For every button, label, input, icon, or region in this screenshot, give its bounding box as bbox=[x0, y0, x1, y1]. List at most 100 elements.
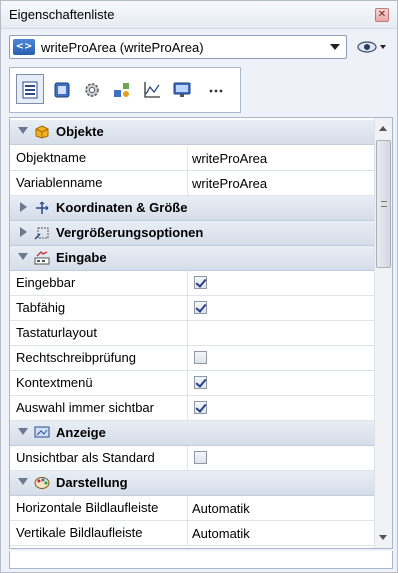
title-bar[interactable]: Eigenschaftenliste ✕ bbox=[1, 1, 397, 29]
category-anzeige[interactable]: Anzeige bbox=[10, 421, 375, 446]
property-grid: Objekte Objektname writeProArea Variable… bbox=[9, 117, 393, 549]
column-divider bbox=[187, 521, 188, 545]
expand-arrow-icon[interactable] bbox=[18, 478, 28, 485]
tab-chart[interactable] bbox=[138, 74, 166, 104]
scrollbar-thumb[interactable] bbox=[376, 140, 391, 268]
property-name: Tabfähig bbox=[16, 300, 66, 315]
category-title: Objekte bbox=[56, 124, 104, 139]
column-divider bbox=[187, 396, 188, 420]
category-title: Anzeige bbox=[56, 425, 106, 440]
property-name: Eingebbar bbox=[16, 275, 76, 290]
property-name: Rechtschreibprüfung bbox=[16, 350, 136, 365]
chart-icon bbox=[144, 82, 160, 98]
property-value[interactable]: Automatik bbox=[192, 501, 250, 516]
column-divider bbox=[187, 346, 188, 370]
property-row-eingebbar[interactable]: Eingebbar bbox=[10, 271, 375, 296]
property-name: Unsichtbar als Standard bbox=[16, 450, 155, 465]
expand-arrow-icon[interactable] bbox=[18, 127, 28, 134]
category-title: Darstellung bbox=[56, 475, 128, 490]
property-name: Horizontale Bildlaufleiste bbox=[16, 500, 159, 515]
property-row-auswahl-immer-sichtbar[interactable]: Auswahl immer sichtbar bbox=[10, 396, 375, 421]
property-row-horizontale-bildlaufleiste[interactable]: Horizontale Bildlaufleiste Automatik bbox=[10, 496, 375, 521]
column-divider bbox=[187, 271, 188, 295]
category-title: Eingabe bbox=[56, 250, 107, 265]
tab-form[interactable] bbox=[48, 74, 76, 104]
object-cube-icon bbox=[35, 125, 49, 139]
property-name: Variablenname bbox=[16, 175, 103, 190]
column-divider bbox=[187, 296, 188, 320]
property-row-vertikale-bildlaufleiste[interactable]: Vertikale Bildlaufleiste Automatik bbox=[10, 521, 375, 546]
expand-arrow-icon[interactable] bbox=[20, 227, 27, 237]
property-row-unsichtbar[interactable]: Unsichtbar als Standard bbox=[10, 446, 375, 471]
list-icon bbox=[22, 81, 38, 99]
status-bar bbox=[9, 551, 393, 569]
property-row-rechtschreibpruefung[interactable]: Rechtschreibprüfung bbox=[10, 346, 375, 371]
rechtschreibpruefung-checkbox[interactable] bbox=[194, 351, 207, 364]
column-divider bbox=[187, 321, 188, 345]
category-darstellung[interactable]: Darstellung bbox=[10, 471, 375, 496]
kontextmenue-checkbox[interactable] bbox=[194, 376, 207, 389]
tab-gear[interactable] bbox=[78, 74, 106, 104]
display-icon bbox=[34, 426, 50, 438]
property-name: Kontextmenü bbox=[16, 375, 93, 390]
property-row-tabfaehig[interactable]: Tabfähig bbox=[10, 296, 375, 321]
unsichtbar-checkbox[interactable] bbox=[194, 451, 207, 464]
tab-display[interactable] bbox=[168, 74, 196, 104]
category-title: Koordinaten & Größe bbox=[56, 200, 188, 215]
coordinates-icon bbox=[36, 201, 49, 214]
property-list-window: Eigenschaftenliste ✕ <> writeProArea (wr… bbox=[0, 0, 398, 573]
category-vergroesserung[interactable]: Vergrößerungsoptionen bbox=[10, 221, 375, 246]
input-icon bbox=[34, 251, 50, 265]
more-icon bbox=[209, 89, 223, 93]
vertical-scrollbar[interactable] bbox=[374, 118, 392, 548]
resize-icon bbox=[34, 227, 49, 240]
view-options-button[interactable] bbox=[355, 37, 391, 57]
tab-more[interactable] bbox=[202, 74, 230, 104]
scroll-down-arrow-icon[interactable] bbox=[379, 535, 387, 540]
category-koordinaten[interactable]: Koordinaten & Größe bbox=[10, 196, 375, 221]
object-selector-row: <> writeProArea (writeProArea) bbox=[9, 35, 393, 61]
form-icon bbox=[54, 82, 70, 98]
monitor-icon bbox=[173, 82, 191, 97]
column-divider bbox=[187, 496, 188, 520]
object-type-icon: <> bbox=[13, 39, 35, 55]
close-icon: ✕ bbox=[377, 9, 387, 20]
selected-object-name: writeProArea (writeProArea) bbox=[41, 40, 204, 55]
column-divider bbox=[187, 146, 188, 170]
grip-icon bbox=[381, 201, 387, 207]
column-divider bbox=[187, 171, 188, 195]
category-title: Vergrößerungsoptionen bbox=[56, 225, 204, 240]
property-value[interactable]: writeProArea bbox=[192, 151, 267, 166]
property-name: Tastaturlayout bbox=[16, 325, 97, 340]
property-value[interactable]: writeProArea bbox=[192, 176, 267, 191]
property-row-tastaturlayout[interactable]: Tastaturlayout bbox=[10, 321, 375, 346]
tabfaehig-checkbox[interactable] bbox=[194, 301, 207, 314]
object-selector-dropdown[interactable]: <> writeProArea (writeProArea) bbox=[9, 35, 347, 59]
tab-list[interactable] bbox=[16, 74, 44, 104]
window-title: Eigenschaftenliste bbox=[9, 7, 115, 22]
property-row-kontextmenue[interactable]: Kontextmenü bbox=[10, 371, 375, 396]
property-name: Auswahl immer sichtbar bbox=[16, 400, 154, 415]
scroll-up-arrow-icon[interactable] bbox=[379, 126, 387, 131]
property-row-variablenname[interactable]: Variablenname writeProArea bbox=[10, 171, 375, 196]
gear-icon bbox=[85, 83, 99, 97]
tab-strip bbox=[9, 67, 241, 113]
column-divider bbox=[187, 371, 188, 395]
expand-arrow-icon[interactable] bbox=[18, 428, 28, 435]
eingebbar-checkbox[interactable] bbox=[194, 276, 207, 289]
close-button[interactable]: ✕ bbox=[375, 8, 389, 22]
eye-icon bbox=[357, 41, 386, 53]
category-eingabe[interactable]: Eingabe bbox=[10, 246, 375, 271]
category-objekte[interactable]: Objekte bbox=[10, 120, 375, 145]
chevron-down-icon[interactable] bbox=[330, 44, 340, 50]
page-tab-bar bbox=[9, 67, 393, 115]
tab-objects[interactable] bbox=[108, 74, 136, 104]
property-row-objektname[interactable]: Objektname writeProArea bbox=[10, 146, 375, 171]
property-value[interactable]: Automatik bbox=[192, 526, 250, 541]
objects-icon bbox=[114, 83, 129, 97]
expand-arrow-icon[interactable] bbox=[18, 253, 28, 260]
palette-icon bbox=[34, 477, 50, 489]
auswahl-immer-sichtbar-checkbox[interactable] bbox=[194, 401, 207, 414]
property-name: Vertikale Bildlaufleiste bbox=[16, 525, 143, 540]
expand-arrow-icon[interactable] bbox=[20, 202, 27, 212]
